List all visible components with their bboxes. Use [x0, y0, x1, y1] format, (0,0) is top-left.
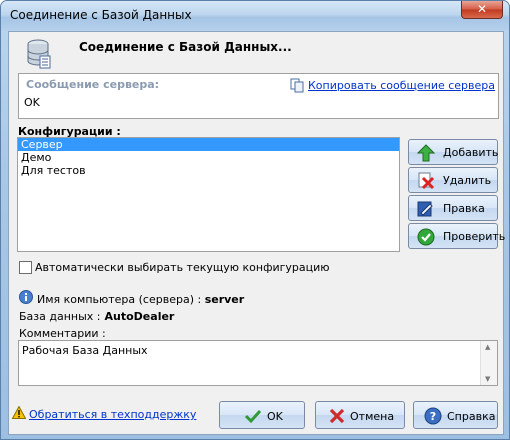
window-title: Соединение с Базой Данных [10, 8, 192, 22]
server-message-label: Сообщение сервера: [26, 78, 160, 91]
configurations-list[interactable]: Сервер Демо Для тестов [17, 137, 400, 252]
add-button[interactable]: Добавить [408, 139, 498, 165]
database-icon [27, 39, 51, 69]
computer-name-value: server [204, 293, 245, 306]
check-button-label: Проверить [443, 230, 506, 243]
computer-name-row: Имя компьютера (сервера) : server [37, 293, 244, 306]
dialog-window: Соединение с Базой Данных ✕ Соединение с… [0, 0, 510, 440]
help-button-label: Справка [447, 410, 496, 423]
cancel-button[interactable]: Отмена [315, 401, 405, 429]
close-button[interactable]: ✕ [461, 1, 503, 19]
cancel-x-icon [329, 408, 345, 424]
add-button-label: Добавить [443, 146, 499, 159]
delete-icon [418, 172, 435, 190]
ok-button-label: OK [267, 410, 283, 423]
server-message-text: OK [24, 96, 40, 109]
check-circle-icon [417, 228, 435, 246]
delete-button-label: Удалить [443, 174, 492, 187]
help-icon: ? [424, 407, 442, 425]
auto-select-label[interactable]: Автоматически выбирать текущую конфигура… [35, 261, 330, 274]
server-message-panel: Сообщение сервера: Копировать сообщение … [18, 73, 499, 119]
support-link[interactable]: Обратиться в техподдержку [29, 408, 196, 421]
copy-icon[interactable] [290, 78, 304, 93]
add-arrow-icon [417, 144, 435, 162]
configuration-item[interactable]: Демо [18, 151, 399, 164]
database-label: База данных : [19, 310, 101, 323]
help-button[interactable]: ? Справка [413, 401, 498, 429]
check-button[interactable]: Проверить [408, 223, 505, 249]
configuration-item[interactable]: Для тестов [18, 164, 399, 177]
scroll-up-icon[interactable]: ▲ [485, 343, 490, 351]
edit-button[interactable]: Правка [408, 195, 498, 221]
dialog-header-title: Соединение с Базой Данных... [79, 40, 292, 54]
info-icon [19, 290, 33, 304]
edit-button-label: Правка [443, 202, 485, 215]
scroll-down-icon[interactable]: ▼ [485, 375, 490, 383]
database-row: База данных : AutoDealer [19, 310, 174, 323]
configuration-item[interactable]: Сервер [18, 138, 399, 151]
delete-button[interactable]: Удалить [408, 167, 498, 193]
comments-scrollbar[interactable]: ▲ ▼ [480, 341, 497, 385]
edit-icon [417, 201, 433, 217]
comments-text: Рабочая База Данных [22, 344, 148, 357]
svg-text:?: ? [430, 410, 436, 423]
title-bar[interactable]: Соединение с Базой Данных ✕ [1, 1, 509, 31]
computer-name-label: Имя компьютера (сервера) : [37, 293, 202, 306]
comments-textarea[interactable]: Рабочая База Данных ▲ ▼ [18, 340, 498, 386]
ok-button[interactable]: OK [219, 401, 305, 429]
comments-label: Комментарии : [19, 327, 106, 340]
checkmark-icon [244, 409, 262, 424]
cancel-button-label: Отмена [350, 410, 395, 423]
warning-icon [12, 406, 26, 419]
auto-select-checkbox[interactable] [19, 261, 32, 274]
database-value: AutoDealer [104, 310, 175, 323]
dialog-client-area: Соединение с Базой Данных... Сообщение с… [8, 31, 505, 435]
copy-server-message-link[interactable]: Копировать сообщение сервера [308, 79, 495, 92]
